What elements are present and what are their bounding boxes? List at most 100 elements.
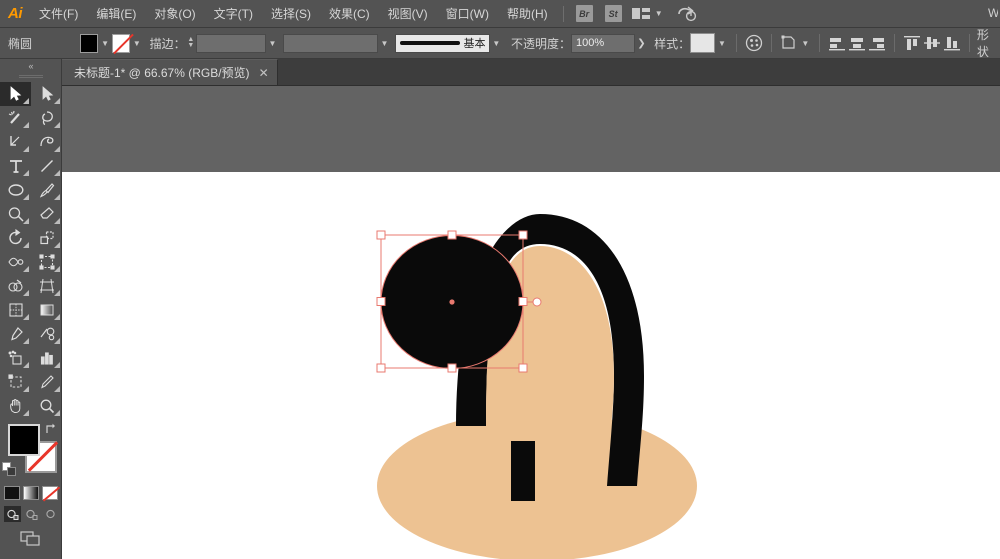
selection-tool[interactable] [0,82,31,106]
transform-icon[interactable] [779,33,799,53]
mesh-tool[interactable] [0,298,31,322]
fill-chevron-down-icon[interactable]: ▼ [98,33,111,53]
menu-bar: Ai 文件(F) 编辑(E) 对象(O) 文字(T) 选择(S) 效果(C) 视… [0,0,1000,28]
lasso-tool[interactable] [31,106,62,130]
align-center-vertical-icon[interactable] [922,33,942,53]
width-tool[interactable] [0,250,31,274]
bridge-icon[interactable]: Br [575,5,593,22]
menu-help[interactable]: 帮助(H) [498,0,557,28]
menu-edit[interactable]: 编辑(E) [87,0,145,28]
align-bottom-icon[interactable] [942,33,962,53]
selected-ellipse-shape [381,235,523,369]
draw-behind-button[interactable] [23,506,40,522]
stroke-weight-input[interactable] [196,33,266,53]
change-screen-mode-button[interactable] [0,529,61,547]
align-right-icon[interactable] [867,33,887,53]
controlbar-divider-2 [770,34,772,52]
shape-properties-button[interactable]: 形状 [977,26,1000,60]
color-mode-button[interactable] [4,486,20,500]
sync-settings-icon[interactable] [677,5,697,23]
fill-color-indicator[interactable] [8,424,40,456]
stock-icon[interactable]: St [604,5,622,22]
stroke-weight-label: 描边： [149,36,186,51]
document-tab-bar: 未标题-1* @ 66.67% (RGB/预览) ✕ [62,59,1000,86]
menu-window[interactable]: 窗口(W) [437,0,498,28]
eyedropper-tool[interactable] [0,322,31,346]
opacity-expand-arrow-icon[interactable]: ❯ [635,38,648,49]
rotate-tool[interactable] [0,226,31,250]
close-icon[interactable]: ✕ [259,66,269,80]
fill-color-swatch[interactable] [80,33,99,53]
curvature-tool[interactable] [31,130,62,154]
stroke-weight-stepper[interactable]: ▲ ▼ [186,33,197,53]
menu-file[interactable]: 文件(F) [30,0,87,28]
slice-tool[interactable] [31,370,62,394]
pen-tool[interactable] [0,130,31,154]
column-graph-tool[interactable] [31,346,62,370]
opacity-input[interactable]: 100% [571,33,635,53]
swap-fill-stroke-icon[interactable] [44,422,58,436]
align-center-horizontal-icon[interactable] [847,33,867,53]
type-tool[interactable] [0,154,31,178]
width-profile-chevron-down-icon[interactable]: ▼ [378,33,391,53]
align-top-icon[interactable] [902,33,922,53]
ellipse-tool[interactable] [0,178,31,202]
color-mode-row [0,486,62,500]
menu-effect[interactable]: 效果(C) [320,0,379,28]
stroke-weight-chevron-down-icon[interactable]: ▼ [266,33,279,53]
perspective-grid-tool[interactable] [31,274,62,298]
line-segment-tool[interactable] [31,154,62,178]
selected-object-type-label: 椭圆 [8,36,33,51]
direct-selection-tool[interactable] [31,82,62,106]
draw-inside-button[interactable] [42,506,59,522]
workspace-name-label[interactable]: W [988,6,998,20]
stroke-profile-select[interactable]: 基本 [395,33,490,53]
gradient-mode-button[interactable] [23,486,39,500]
workspace-chevron-down-icon[interactable]: ▼ [653,9,665,18]
none-mode-button[interactable] [42,486,58,500]
paintbrush-tool[interactable] [31,178,62,202]
align-left-icon[interactable] [827,33,847,53]
draw-normal-button[interactable] [3,506,21,522]
canvas-area[interactable] [62,86,1000,559]
style-chevron-down-icon[interactable]: ▼ [715,33,728,53]
menu-type[interactable]: 文字(T) [205,0,262,28]
gradient-tool[interactable] [31,298,62,322]
stroke-profile-chevron-down-icon[interactable]: ▼ [490,33,503,53]
toolbar-drag-handle[interactable] [0,72,61,82]
eraser-tool[interactable] [31,202,62,226]
workspace-switcher-icon[interactable] [631,7,650,20]
menu-view[interactable]: 视图(V) [379,0,437,28]
shaper-tool[interactable] [0,202,31,226]
artwork[interactable] [62,86,1000,559]
variable-width-profile-input[interactable] [283,33,378,53]
scale-tool[interactable] [31,226,62,250]
menu-select[interactable]: 选择(S) [262,0,320,28]
stroke-color-swatch[interactable] [111,33,131,53]
symbol-sprayer-tool[interactable] [0,346,31,370]
opacity-label: 不透明度： [511,36,572,51]
menubar-divider [562,5,564,22]
controlbar-divider-4 [893,34,895,52]
document-tab[interactable]: 未标题-1* @ 66.67% (RGB/预览) ✕ [62,59,278,85]
draw-mode-row [0,506,62,522]
recolor-artwork-icon[interactable] [744,33,764,53]
default-fill-stroke-icon[interactable] [2,462,16,476]
hand-tool[interactable] [0,394,31,418]
zoom-tool[interactable] [31,394,62,418]
menu-object[interactable]: 对象(O) [145,0,204,28]
shape-builder-tool[interactable] [0,274,31,298]
stroke-profile-value: 基本 [463,38,486,50]
artboard-tool[interactable] [0,370,31,394]
style-label: 样式： [654,36,691,51]
graphic-style-swatch[interactable] [690,33,716,53]
illustrator-window: Ai 文件(F) 编辑(E) 对象(O) 文字(T) 选择(S) 效果(C) 视… [0,0,1000,559]
fill-stroke-controls [0,422,62,482]
magic-wand-tool[interactable] [0,106,31,130]
controlbar-divider-3 [819,34,820,52]
document-tab-title: 未标题-1* @ 66.67% (RGB/预览) [74,66,250,80]
transform-chevron-down-icon[interactable]: ▼ [799,33,812,53]
collapse-panel-icon[interactable]: « [0,59,61,72]
free-transform-tool[interactable] [31,250,62,274]
blend-tool[interactable] [31,322,62,346]
